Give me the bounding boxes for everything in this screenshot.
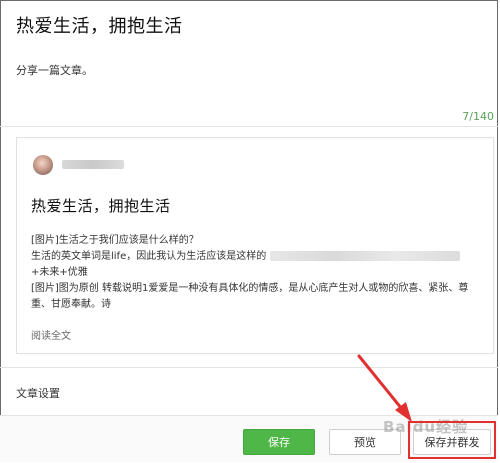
save-button[interactable]: 保存 [243, 429, 315, 455]
avatar [33, 155, 53, 175]
article-title[interactable]: 热爱生活，拥抱生活 [16, 12, 183, 38]
card-line-wrap: 生活的英文单词是life，因此我认为生活应该是这样的 [31, 249, 486, 265]
blurred-author-name [62, 160, 124, 169]
card-line: 重、甘愿奉献。诗 [31, 299, 111, 310]
card-line: +未来+优雅 [31, 267, 88, 278]
card-body: [图片]生活之于我们应该是什么样的？ 生活的英文单词是life，因此我认为生活应… [31, 233, 486, 313]
read-more-link[interactable]: 阅读全文 [31, 327, 71, 342]
divider [0, 367, 498, 368]
card-line: [图片]图为原创 转载说明1爱爱是一种没有具体化的情感，是从心底产生对人或物的欣… [31, 283, 469, 294]
article-settings[interactable]: 文章设置 [16, 385, 60, 401]
footer-toolbar: 保存 预览 保存并群发 [0, 415, 498, 462]
preview-button[interactable]: 预览 [329, 429, 401, 455]
article-summary[interactable]: 分享一篇文章。 [16, 62, 93, 78]
save-and-publish-button[interactable]: 保存并群发 [413, 429, 491, 455]
card-line: [图片]生活之于我们应该是什么样的？ [31, 235, 199, 246]
card-title: 热爱生活，拥抱生活 [31, 197, 171, 215]
char-counter: 7/140 [462, 110, 494, 123]
blurred-text [270, 251, 461, 261]
article-preview-card[interactable]: 热爱生活，拥抱生活 [图片]生活之于我们应该是什么样的？ 生活的英文单词是lif… [16, 137, 494, 354]
divider [0, 126, 498, 127]
card-line: 生活的英文单词是life，因此我认为生活应该是这样的 [31, 251, 267, 262]
